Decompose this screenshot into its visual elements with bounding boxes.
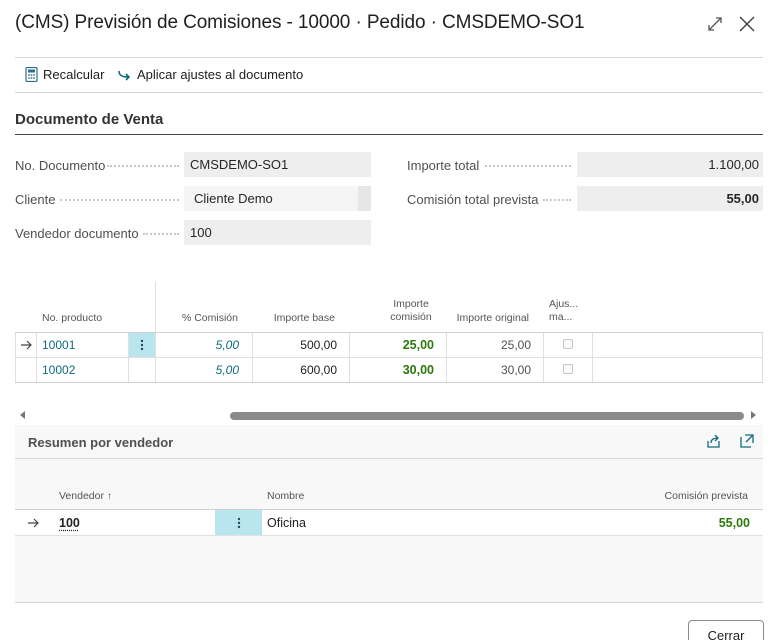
customer-label: Cliente <box>15 192 56 207</box>
salesperson-name-cell: Oficina <box>267 516 306 530</box>
page-title: (CMS) Previsión de Comisiones - 10000 · … <box>15 12 585 33</box>
col-salesperson-label: Vendedor <box>59 490 104 502</box>
customer-field[interactable]: Cliente Demo <box>184 186 371 211</box>
doc-no-label: No. Documento <box>15 158 106 173</box>
grid-line <box>762 333 763 382</box>
col-name-header[interactable]: Nombre <box>267 490 304 503</box>
row-arrow-icon <box>20 333 33 357</box>
grid-line <box>592 333 593 382</box>
close-button[interactable]: Cerrar <box>688 620 764 640</box>
salesperson-label: Vendedor documento <box>15 226 139 241</box>
customer-lookup-button[interactable] <box>358 186 371 211</box>
grid-line <box>155 333 156 382</box>
grid-line <box>15 333 16 382</box>
scrollbar-thumb[interactable] <box>230 412 744 420</box>
base-cell: 500,00 <box>300 338 337 352</box>
summary-title: Resumen por vendedor <box>28 435 174 450</box>
doc-no-field[interactable]: CMSDEMO-SO1 <box>184 152 371 177</box>
row-menu-button[interactable] <box>128 333 155 357</box>
salesperson-field[interactable]: 100 <box>184 220 371 245</box>
ellipsis-vertical-icon <box>140 339 143 351</box>
total-amount-field: 1.100,00 <box>577 152 763 177</box>
col-salesperson-header[interactable]: Vendedor ↑ <box>59 490 112 503</box>
calculator-icon <box>25 67 38 82</box>
commission-cell: 25,00 <box>402 338 434 352</box>
divider <box>15 92 763 93</box>
commission-total-label: Comisión total prevista <box>407 192 539 207</box>
leader-dots <box>543 199 571 201</box>
col-adjust-header-line2: ma... <box>549 311 573 323</box>
leader-dots <box>107 165 179 167</box>
leader-dots <box>485 165 571 167</box>
apply-adjustments-label: Aplicar ajustes al documento <box>137 67 304 82</box>
divider <box>15 57 763 58</box>
salesperson-code-cell[interactable]: 100 <box>59 511 80 535</box>
col-product-header[interactable]: No. producto <box>42 312 102 325</box>
grid-line <box>349 333 350 382</box>
sort-arrow-icon: ↑ <box>106 491 112 502</box>
recalculate-label: Recalcular <box>43 67 105 82</box>
col-commission-header-line1: Importe <box>393 298 429 310</box>
commission-total-field: 55,00 <box>577 186 763 211</box>
col-commission-header[interactable]: Importe comisión <box>375 298 447 324</box>
leader-dots <box>60 199 179 201</box>
adjust-checkbox[interactable] <box>563 364 573 374</box>
col-commission-header-line2: comisión <box>390 311 432 323</box>
section-underline <box>15 134 763 135</box>
original-cell: 25,00 <box>500 338 531 352</box>
recalculate-button[interactable]: Recalcular <box>25 67 104 82</box>
grid-line <box>543 333 544 382</box>
grid-line <box>446 333 447 382</box>
pct-cell[interactable]: 5,00 <box>160 358 239 382</box>
leader-dots <box>143 233 179 235</box>
commission-cell: 30,00 <box>402 363 434 377</box>
column-divider <box>155 282 156 332</box>
ellipsis-vertical-icon <box>237 517 240 528</box>
scroll-left-icon[interactable] <box>20 411 25 419</box>
col-adjust-header-line1: Ajus... <box>549 298 579 310</box>
scroll-right-icon[interactable] <box>751 411 756 419</box>
grid-line <box>128 333 129 382</box>
grid-line <box>36 333 37 382</box>
row-menu-button[interactable] <box>215 510 262 535</box>
product-no-cell[interactable]: 10001 <box>42 333 75 357</box>
arrow-right-icon <box>118 69 132 81</box>
panel-divider <box>15 458 763 459</box>
pct-cell[interactable]: 5,00 <box>160 333 239 357</box>
row-arrow-icon <box>27 511 40 535</box>
close-icon[interactable] <box>737 14 757 34</box>
col-base-header[interactable]: Importe base <box>252 312 335 325</box>
commission-forecast-cell: 55,00 <box>718 516 750 530</box>
product-no-cell[interactable]: 10002 <box>42 358 75 382</box>
col-pct-header[interactable]: % Comisión <box>160 312 238 325</box>
total-amount-label: Importe total <box>407 158 480 173</box>
open-in-new-icon[interactable] <box>739 433 755 449</box>
col-adjust-header[interactable]: Ajus... ma... <box>549 298 578 324</box>
expand-icon[interactable] <box>705 14 725 34</box>
grid-line <box>252 333 253 382</box>
adjust-checkbox[interactable] <box>563 339 573 349</box>
col-commission-forecast-header[interactable]: Comisión prevista <box>640 490 748 503</box>
share-icon[interactable] <box>706 433 722 449</box>
section-title: Documento de Venta <box>15 111 164 128</box>
apply-adjustments-button[interactable]: Aplicar ajustes al documento <box>118 67 303 82</box>
base-cell: 600,00 <box>300 363 337 377</box>
original-cell: 30,00 <box>500 363 531 377</box>
col-original-header[interactable]: Importe original <box>448 312 529 325</box>
row-divider <box>15 535 763 536</box>
grid-bottom-border <box>15 382 763 383</box>
